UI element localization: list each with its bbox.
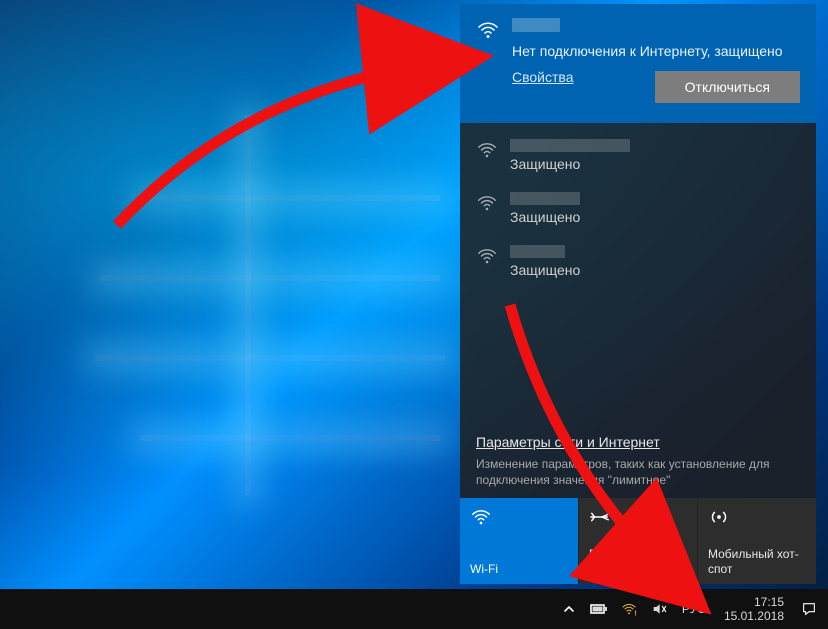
svg-text:!: ! [634, 609, 636, 617]
current-network[interactable]: Нет подключения к Интернету, защищено Св… [460, 4, 816, 123]
network-ssid [510, 245, 565, 258]
tray-battery-icon[interactable] [586, 589, 612, 629]
wallpaper-decoration [100, 275, 440, 281]
tile-hotspot-label: Мобильный хот-спот [708, 547, 806, 576]
wifi-icon [476, 192, 498, 214]
wallpaper-decoration [140, 195, 440, 201]
taskbar: ! РУС 17:15 15.01.2018 [0, 589, 828, 629]
available-networks-list: Защищено Защищено Защищено [460, 123, 816, 426]
tray-clock[interactable]: 17:15 15.01.2018 [716, 595, 792, 624]
wallpaper-decoration [95, 355, 445, 361]
tile-airplane-label: Режим "в самолете" [589, 547, 687, 576]
current-network-ssid [512, 18, 560, 32]
tray-action-center-icon[interactable] [796, 589, 822, 629]
disconnect-button[interactable]: Отключиться [655, 71, 800, 103]
hotspot-icon [708, 506, 730, 528]
tray-wifi-warning-icon[interactable]: ! [616, 589, 642, 629]
current-network-status: Нет подключения к Интернету, защищено [512, 43, 783, 59]
tray-overflow-chevron-icon[interactable] [556, 589, 582, 629]
desktop: Нет подключения к Интернету, защищено Св… [0, 0, 828, 629]
network-item[interactable]: Защищено [460, 235, 816, 288]
network-settings-block: Параметры сети и Интернет Изменение пара… [460, 426, 816, 498]
wallpaper-decoration [245, 115, 251, 495]
network-flyout: Нет подключения к Интернету, защищено Св… [460, 4, 816, 584]
network-security-label: Защищено [510, 262, 580, 278]
wallpaper-decoration [140, 435, 440, 441]
tray-language[interactable]: РУС [676, 602, 712, 616]
wifi-icon [476, 139, 498, 161]
tile-hotspot[interactable]: Мобильный хот-спот [697, 498, 816, 584]
wifi-icon [476, 245, 498, 267]
wifi-icon [470, 506, 492, 528]
tile-wifi[interactable]: Wi-Fi [460, 498, 578, 584]
network-security-label: Защищено [510, 156, 630, 172]
properties-link[interactable]: Свойства [512, 69, 573, 85]
network-item[interactable]: Защищено [460, 182, 816, 235]
tray-time: 17:15 [724, 595, 784, 609]
network-settings-link[interactable]: Параметры сети и Интернет [476, 434, 660, 450]
network-item[interactable]: Защищено [460, 129, 816, 182]
airplane-icon [589, 506, 611, 528]
tile-wifi-label: Wi-Fi [470, 562, 568, 576]
network-ssid [510, 192, 580, 205]
tray-date: 15.01.2018 [724, 609, 784, 623]
annotation-arrow [112, 50, 492, 235]
quick-action-tiles: Wi-Fi Режим "в самолете" Мобильный хот-с… [460, 498, 816, 584]
tray-volume-muted-icon[interactable] [646, 589, 672, 629]
tile-airplane-mode[interactable]: Режим "в самолете" [578, 498, 697, 584]
network-ssid [510, 139, 630, 152]
network-settings-description: Изменение параметров, таких как установл… [476, 456, 800, 488]
network-security-label: Защищено [510, 209, 580, 225]
wifi-icon [476, 18, 500, 42]
